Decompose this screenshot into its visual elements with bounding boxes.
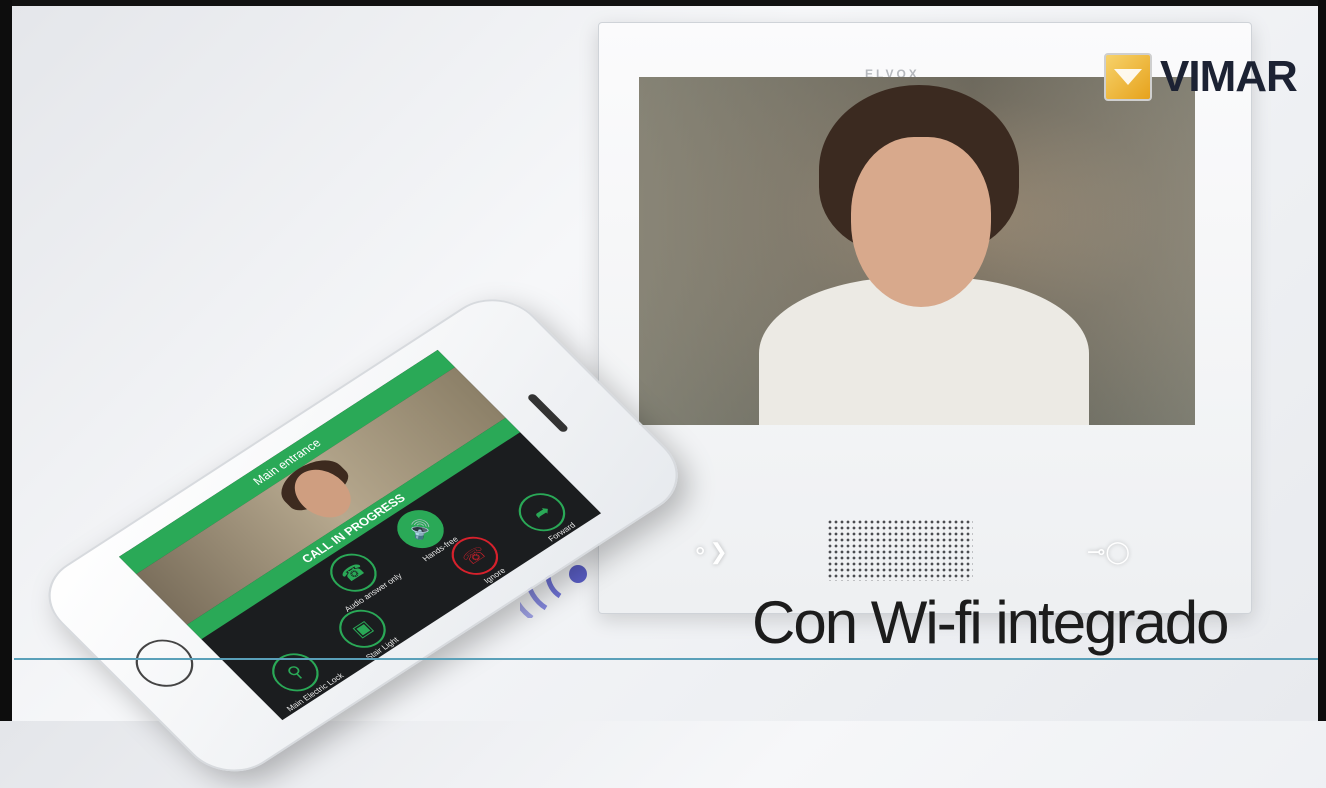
door-lock-key-icon[interactable]: ⊸◯ xyxy=(1087,539,1130,565)
right-border xyxy=(1318,0,1326,721)
vimar-logo: VIMAR xyxy=(1104,52,1298,102)
vimar-logo-text: VIMAR xyxy=(1160,52,1298,101)
monitor-video-feed xyxy=(639,77,1195,425)
video-intercom-monitor: ELVOX ⚬❯ ⊸◯ xyxy=(598,22,1252,614)
top-border xyxy=(0,0,1326,6)
visitor-face xyxy=(851,137,991,307)
caption-text: Con Wi-fi integrado xyxy=(752,589,1230,656)
caption-underline xyxy=(14,658,1318,660)
speaker-grille xyxy=(827,519,973,581)
talk-button-icon[interactable]: ⚬❯ xyxy=(691,539,728,565)
vimar-logo-icon xyxy=(1104,53,1152,101)
